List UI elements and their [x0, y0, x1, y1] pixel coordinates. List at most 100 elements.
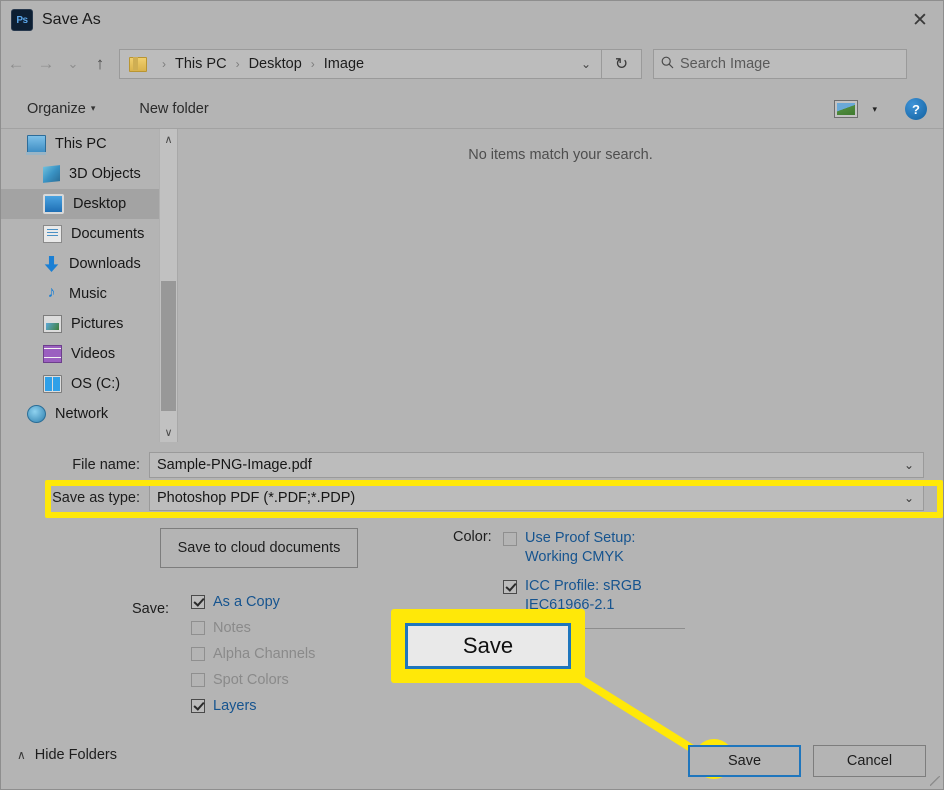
checkbox-as-a-copy[interactable]: As a Copy	[191, 594, 280, 610]
breadcrumb-separator: ›	[235, 57, 240, 71]
file-name-row: File name: Sample-PNG-Image.pdf ⌄	[1, 451, 943, 479]
file-name-input[interactable]: Sample-PNG-Image.pdf ⌄	[149, 452, 924, 478]
sidebar-item-3d-objects[interactable]: 3D Objects	[1, 159, 177, 189]
photoshop-icon: Ps	[11, 9, 33, 31]
sidebar-item-this-pc[interactable]: This PC	[1, 129, 177, 159]
checkbox-label: Alpha Channels	[213, 646, 316, 662]
sidebar-item-label: This PC	[55, 136, 107, 152]
breadcrumb-item-image[interactable]: Image	[322, 56, 366, 72]
color-checkbox-label: Use Proof Setup: Working CMYK	[525, 529, 635, 567]
checkbox-notes[interactable]: Notes	[191, 620, 251, 636]
picture-view-icon[interactable]	[834, 100, 859, 118]
chevron-down-icon: ▾	[90, 103, 96, 113]
new-folder-button[interactable]: New folder	[133, 101, 214, 117]
title-bar: Ps Save As ✕	[1, 1, 943, 39]
network-icon	[27, 405, 46, 423]
help-icon[interactable]: ?	[905, 98, 927, 120]
sidebar-item-network[interactable]: Network	[1, 399, 177, 429]
color-options-label: Color:	[453, 529, 492, 545]
hide-folders-button[interactable]: ∧ Hide Folders	[17, 747, 117, 763]
checkbox-alpha-channels[interactable]: Alpha Channels	[191, 646, 315, 662]
checkbox-label: As a Copy	[213, 594, 280, 610]
cancel-button[interactable]: Cancel	[813, 745, 926, 777]
checkbox-box[interactable]	[191, 647, 205, 661]
checkbox-box[interactable]	[191, 621, 205, 635]
file-name-value: Sample-PNG-Image.pdf	[157, 457, 312, 473]
chevron-up-icon: ∧	[17, 748, 26, 762]
organize-label: Organize	[27, 101, 86, 117]
sidebar-item-label: Documents	[71, 226, 145, 242]
sidebar-item-label: Music	[69, 286, 107, 302]
pictures-icon	[43, 315, 62, 333]
sidebar-item-documents[interactable]: Documents	[1, 219, 177, 249]
save-as-dialog: Ps Save As ✕ ← → ⌄ ↑ › This PC › Desktop…	[0, 0, 944, 790]
save-callout: Save	[391, 609, 585, 683]
close-icon[interactable]: ✕	[897, 1, 943, 39]
checkbox-spot-colors[interactable]: Spot Colors	[191, 672, 289, 688]
save-button[interactable]: Save	[688, 745, 801, 777]
color-label-line2: Working CMYK	[525, 549, 624, 565]
checkbox-label: Notes	[213, 620, 251, 636]
chevron-down-icon[interactable]: ⌄	[904, 458, 923, 472]
sidebar-item-os-c[interactable]: OS (C:)	[1, 369, 177, 399]
checkbox-box[interactable]	[503, 580, 517, 594]
search-icon	[654, 56, 680, 72]
sidebar-item-downloads[interactable]: Downloads	[1, 249, 177, 279]
sidebar-item-label: 3D Objects	[69, 166, 141, 182]
checkbox-layers[interactable]: Layers	[191, 698, 257, 714]
checkbox-box[interactable]	[191, 699, 205, 713]
checkbox-box[interactable]	[191, 673, 205, 687]
save-callout-inner: Save	[405, 623, 571, 669]
file-name-label: File name:	[72, 457, 140, 473]
window-title: Save As	[42, 11, 101, 28]
sidebar-item-music[interactable]: ♪ Music	[1, 279, 177, 309]
drive-icon	[43, 375, 62, 393]
navigation-list: This PC 3D Objects Desktop Documents Downloa…	[1, 129, 177, 429]
photoshop-icon-text: Ps	[16, 14, 28, 26]
organize-button[interactable]: Organize ▾	[21, 101, 101, 117]
breadcrumb-item-this-pc[interactable]: This PC	[173, 56, 229, 72]
color-label-line1: ICC Profile: sRGB	[525, 578, 642, 594]
download-icon	[44, 256, 59, 272]
checkbox-box[interactable]	[503, 532, 517, 546]
sidebar-item-videos[interactable]: Videos	[1, 339, 177, 369]
search-placeholder: Search Image	[680, 56, 771, 72]
sidebar-item-label: Downloads	[69, 256, 141, 272]
checkbox-box[interactable]	[191, 595, 205, 609]
sidebar-item-label: OS (C:)	[71, 376, 121, 392]
navigation-pane: This PC 3D Objects Desktop Documents Downloa…	[1, 129, 177, 442]
save-to-cloud-documents-button[interactable]: Save to cloud documents	[160, 528, 358, 568]
chevron-down-icon[interactable]: ⌄	[571, 57, 601, 71]
sidebar-item-label: Pictures	[71, 316, 124, 332]
scroll-up-icon[interactable]: ∧	[160, 129, 177, 149]
checkbox-label: Spot Colors	[213, 672, 289, 688]
resize-grip[interactable]	[930, 776, 940, 786]
search-icon-svg	[661, 56, 673, 69]
back-icon[interactable]: ←	[1, 44, 31, 84]
color-checkbox-0[interactable]: Use Proof Setup: Working CMYK	[503, 529, 635, 567]
chevron-down-icon[interactable]: ▾	[872, 104, 877, 115]
file-list-pane[interactable]: No items match your search.	[177, 129, 943, 442]
save-options-label: Save:	[132, 601, 170, 617]
chevron-down-icon[interactable]: ⌄	[904, 491, 923, 505]
sidebar-scrollbar[interactable]: ∧ ∨	[159, 129, 177, 442]
address-bar: ← → ⌄ ↑ › This PC › Desktop › Image ⌄ ↻ …	[1, 42, 943, 86]
save-as-type-select[interactable]: Photoshop PDF (*.PDF;*.PDP) ⌄	[149, 485, 924, 511]
documents-icon	[43, 225, 62, 243]
recent-locations-icon[interactable]: ⌄	[61, 44, 85, 84]
color-label-line1: Use Proof Setup:	[525, 530, 636, 546]
search-input[interactable]: Search Image	[653, 49, 907, 79]
command-bar-right: ▾ ?	[834, 98, 943, 120]
forward-icon[interactable]: →	[31, 44, 61, 84]
refresh-icon[interactable]: ↻	[602, 49, 642, 79]
sidebar-item-desktop[interactable]: Desktop	[1, 189, 177, 219]
music-note-icon: ♪	[47, 284, 56, 301]
scroll-down-icon[interactable]: ∨	[160, 422, 177, 442]
sidebar-item-pictures[interactable]: Pictures	[1, 309, 177, 339]
breadcrumb-item-desktop[interactable]: Desktop	[247, 56, 304, 72]
breadcrumb[interactable]: › This PC › Desktop › Image ⌄	[119, 49, 602, 79]
cube-icon	[43, 165, 60, 183]
up-icon[interactable]: ↑	[85, 44, 115, 84]
sidebar-item-label: Videos	[71, 346, 116, 362]
scrollbar-thumb[interactable]	[161, 281, 176, 411]
